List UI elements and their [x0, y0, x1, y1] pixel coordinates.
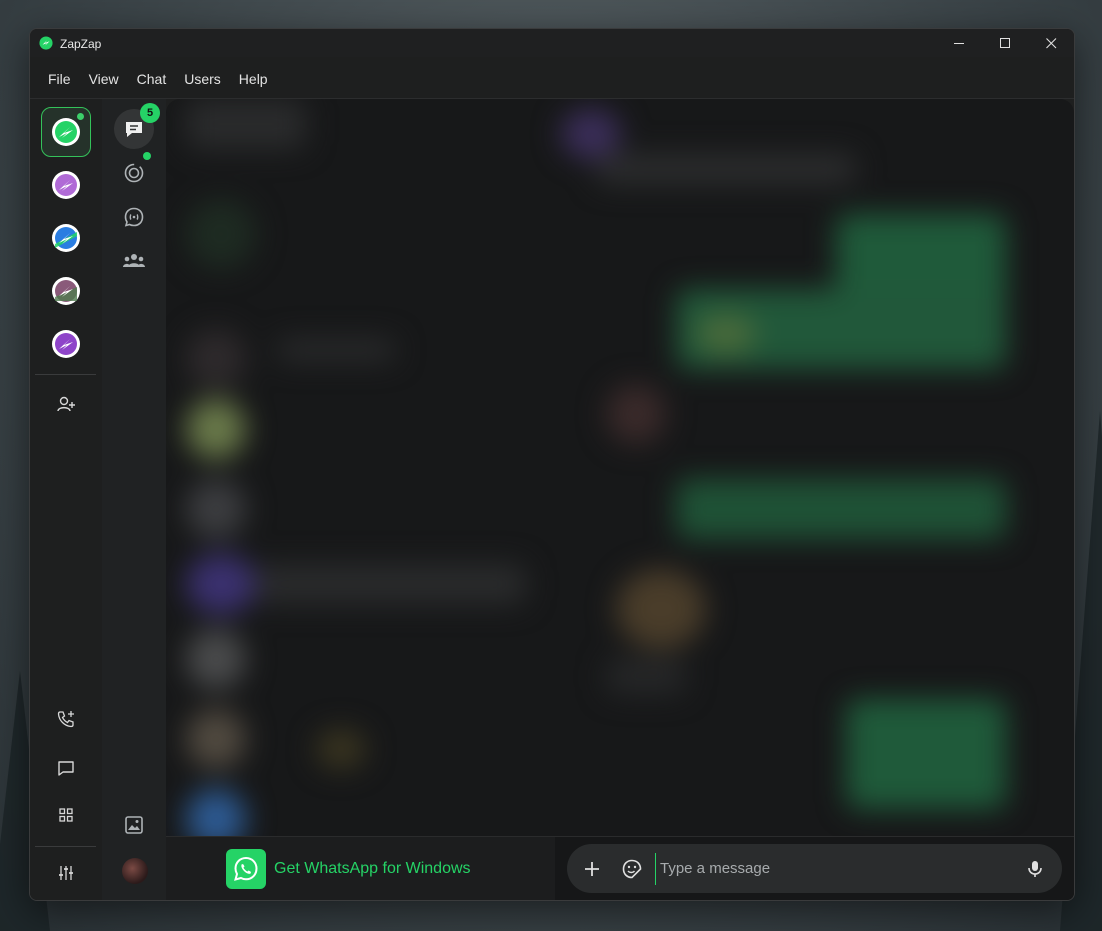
account-divider	[35, 374, 96, 375]
chat-content-area	[166, 99, 1074, 837]
media-nav-button[interactable]	[114, 805, 154, 845]
communities-nav-button[interactable]	[114, 241, 154, 281]
online-indicator	[77, 113, 84, 120]
get-app-banner: Get WhatsApp for Windows	[166, 836, 555, 900]
account-5-button[interactable]	[41, 319, 91, 369]
maximize-icon	[999, 37, 1010, 48]
account-2-button[interactable]	[41, 160, 91, 210]
whatsapp-logo-icon	[226, 849, 266, 889]
get-whatsapp-link[interactable]: Get WhatsApp for Windows	[226, 849, 471, 889]
new-chat-button[interactable]	[52, 754, 80, 782]
maximize-button[interactable]	[982, 29, 1028, 57]
account-3-button[interactable]	[41, 213, 91, 263]
chats-nav-button[interactable]: 5	[114, 103, 160, 149]
apps-button[interactable]	[52, 801, 80, 829]
media-icon	[125, 816, 143, 834]
minimize-button[interactable]	[936, 29, 982, 57]
settings-divider	[35, 846, 96, 847]
unread-badge: 5	[140, 103, 160, 123]
message-icon	[58, 761, 74, 776]
message-composer-bar	[555, 836, 1074, 900]
plus-icon	[585, 861, 599, 876]
sticker-icon	[622, 859, 642, 878]
chats-icon	[126, 122, 142, 137]
status-update-dot	[143, 152, 151, 160]
menu-users[interactable]: Users	[175, 65, 230, 93]
status-icon	[124, 163, 144, 183]
menu-file[interactable]: File	[39, 65, 80, 93]
phone-plus-icon	[57, 711, 74, 728]
get-whatsapp-label: Get WhatsApp for Windows	[274, 860, 471, 877]
menu-view[interactable]: View	[80, 65, 128, 93]
account-2-avatar-icon	[52, 171, 80, 199]
account-5-avatar-icon	[52, 330, 80, 358]
composer	[567, 844, 1062, 893]
status-nav-button[interactable]	[114, 152, 154, 193]
new-call-button[interactable]	[52, 705, 80, 733]
minimize-icon	[953, 42, 964, 44]
app-window: ZapZap File View Chat Users Help 5 Get W…	[29, 28, 1075, 901]
sticker-button[interactable]	[615, 852, 649, 886]
menu-chat[interactable]: Chat	[128, 65, 176, 93]
voice-message-button[interactable]	[1018, 852, 1052, 886]
add-account-button[interactable]	[52, 390, 80, 418]
channels-icon	[124, 207, 144, 227]
microphone-icon	[1028, 860, 1042, 877]
menu-bar: File View Chat Users Help	[30, 65, 277, 93]
whatsapp-nav-rail: 5	[102, 99, 166, 900]
attach-button[interactable]	[575, 852, 609, 886]
blurred-content	[166, 99, 1074, 837]
profile-avatar[interactable]	[122, 858, 148, 884]
account-sidebar	[30, 99, 102, 900]
account-1-button[interactable]	[41, 107, 91, 157]
window-title: ZapZap	[60, 37, 102, 51]
channels-nav-button[interactable]	[114, 197, 154, 237]
message-input[interactable]	[655, 852, 1018, 885]
zapzap-logo-icon	[39, 36, 53, 50]
account-4-avatar-icon	[52, 277, 80, 305]
grid-icon	[59, 808, 73, 822]
title-bar: ZapZap	[30, 29, 1074, 57]
close-icon	[1045, 37, 1056, 48]
account-3-avatar-icon	[52, 224, 80, 252]
menu-help[interactable]: Help	[230, 65, 277, 93]
add-user-icon	[57, 396, 75, 412]
sliders-icon	[59, 866, 73, 880]
account-4-button[interactable]	[41, 266, 91, 316]
close-button[interactable]	[1028, 29, 1074, 57]
communities-icon	[123, 254, 145, 267]
account-1-avatar-icon	[52, 118, 80, 146]
settings-button[interactable]	[52, 859, 80, 887]
